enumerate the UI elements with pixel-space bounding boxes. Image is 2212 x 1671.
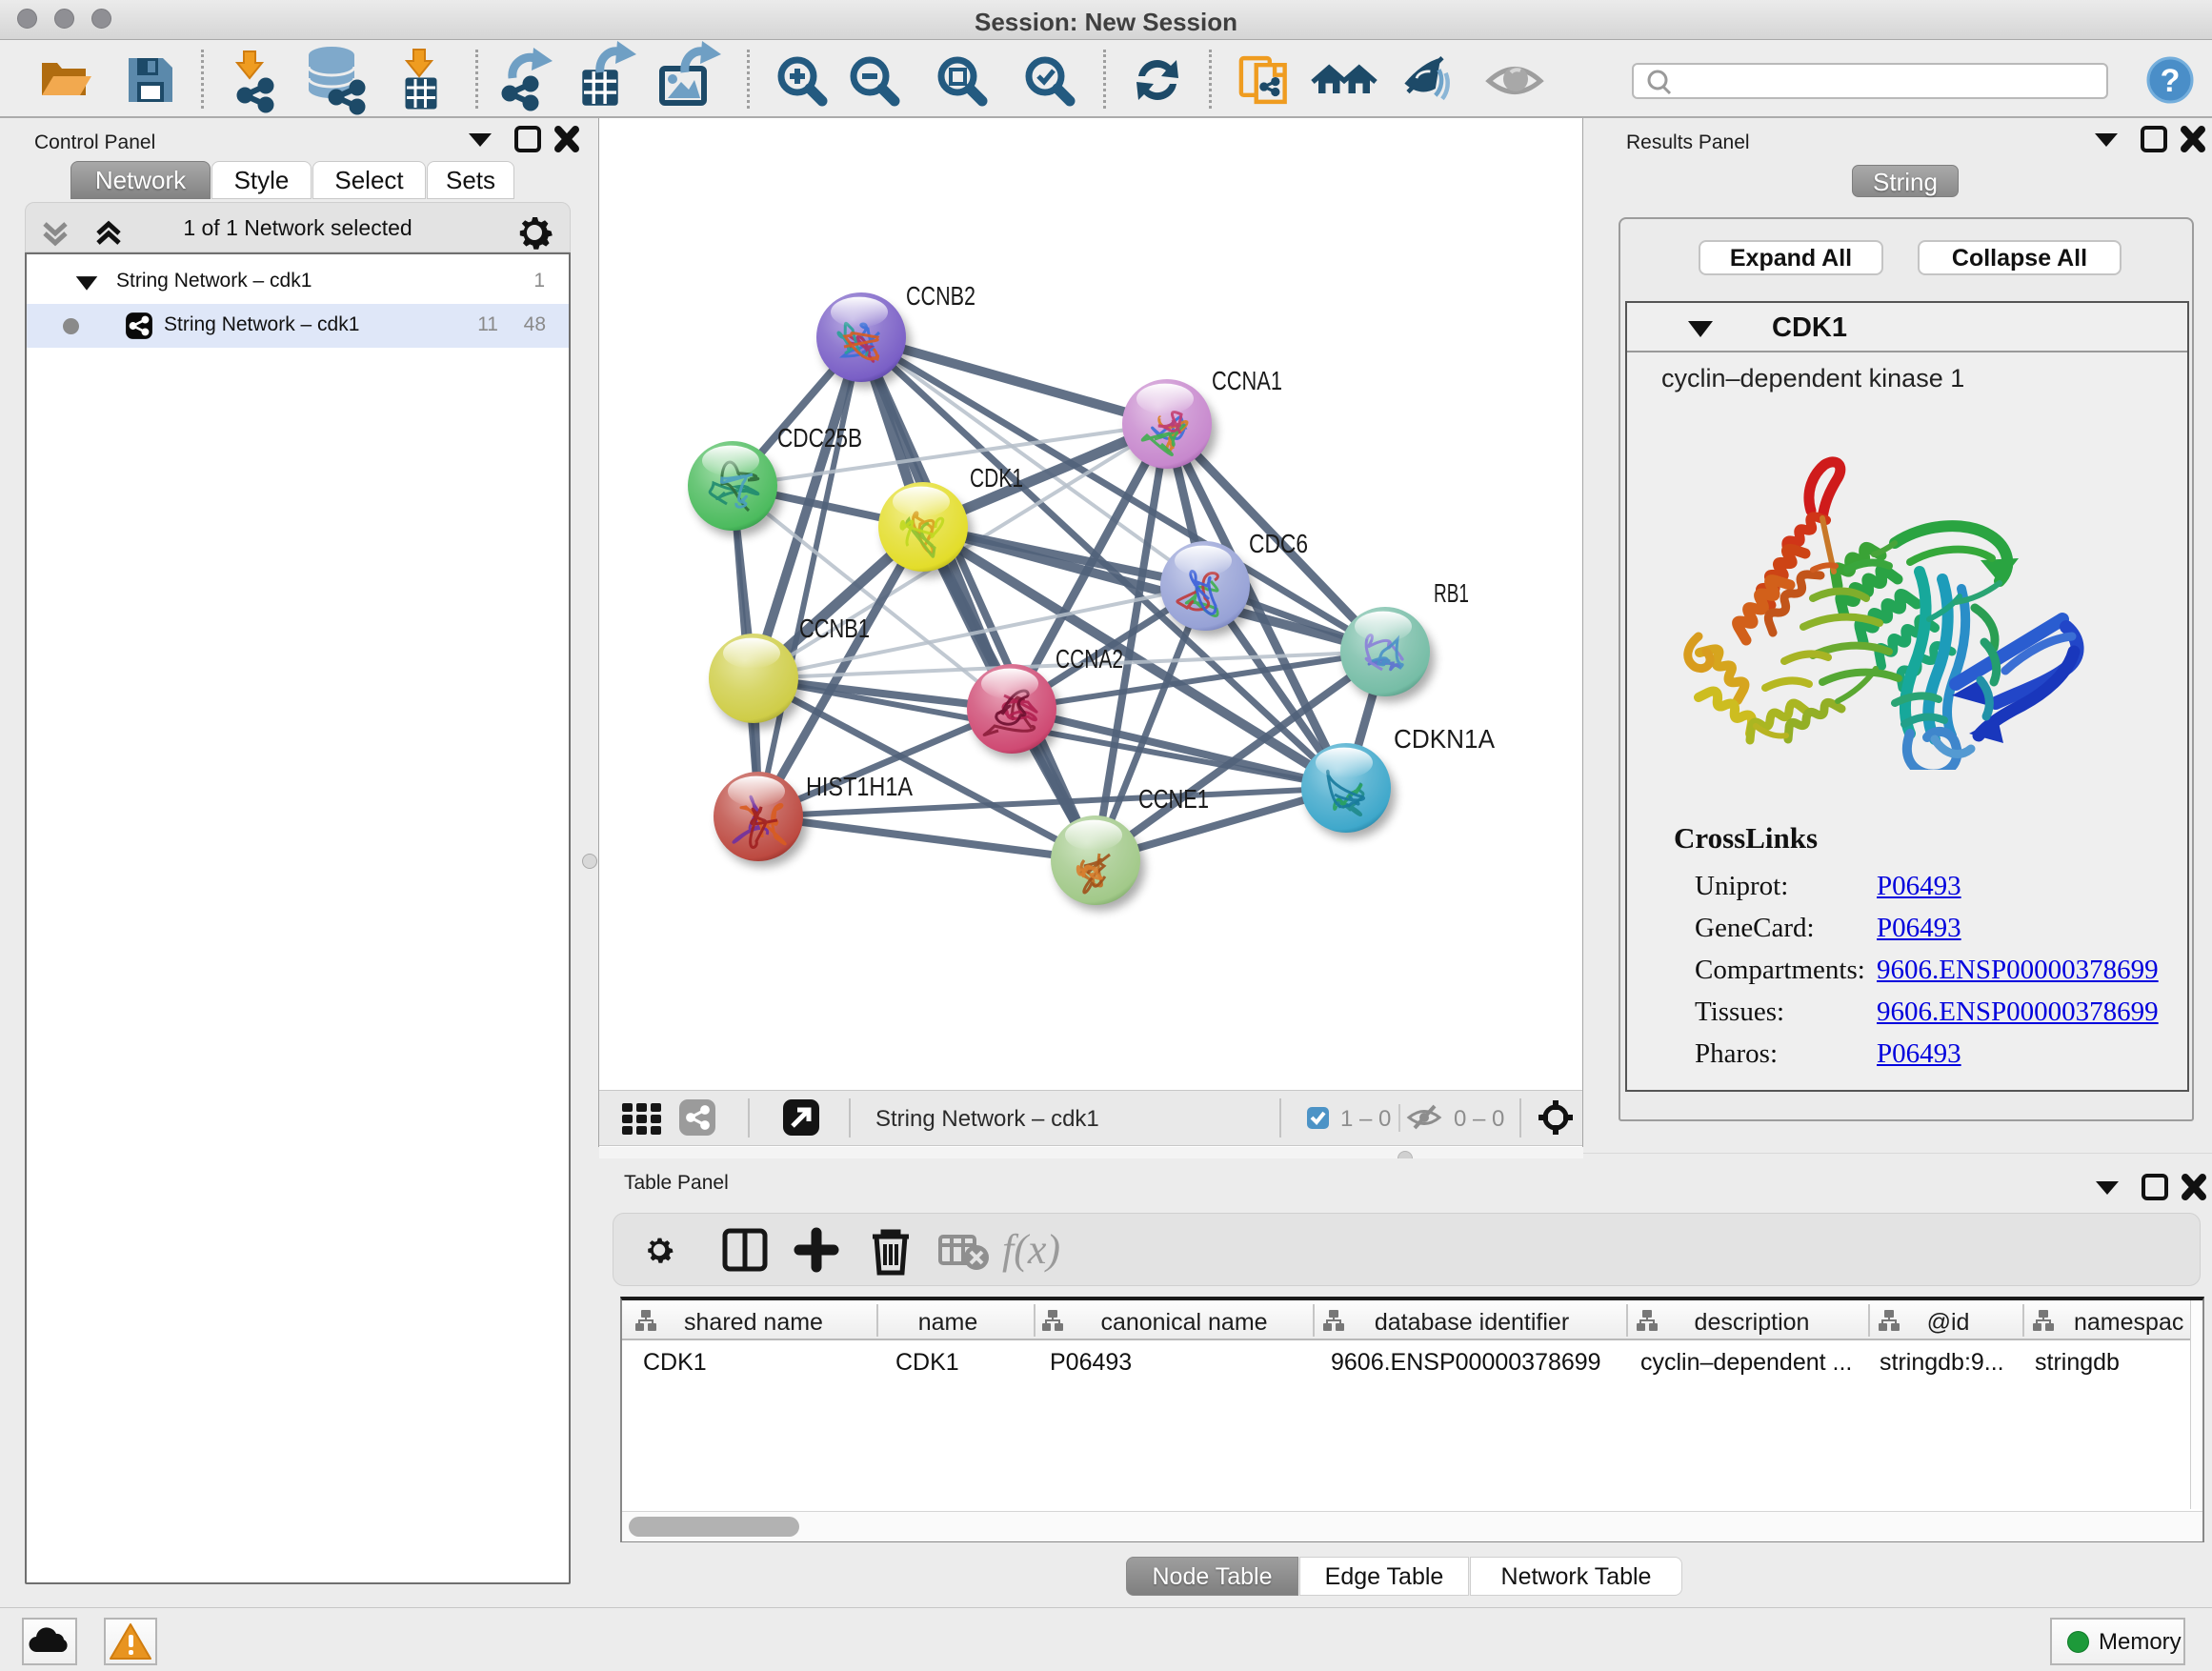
svg-text:1 – 0: 1 – 0 <box>1340 1106 1391 1132</box>
svg-text:description: description <box>1695 1309 1810 1336</box>
svg-text:@id: @id <box>1927 1309 1970 1336</box>
svg-text:CDC6: CDC6 <box>1249 529 1308 558</box>
svg-text:0 – 0: 0 – 0 <box>1454 1106 1504 1132</box>
svg-text:String Network – cdk1: String Network – cdk1 <box>875 1106 1099 1132</box>
svg-text:CCNE1: CCNE1 <box>1138 784 1209 814</box>
svg-text:?: ? <box>2161 63 2181 99</box>
svg-text:namespac: namespac <box>2074 1309 2183 1336</box>
svg-text:name: name <box>918 1309 978 1336</box>
svg-text:CDKN1A: CDKN1A <box>1394 724 1495 754</box>
svg-text:RB1: RB1 <box>1434 578 1469 608</box>
svg-text:CCNB2: CCNB2 <box>906 281 975 311</box>
svg-text:database identifier: database identifier <box>1375 1309 1569 1336</box>
svg-text:CCNA1: CCNA1 <box>1212 366 1282 395</box>
svg-text:HIST1H1A: HIST1H1A <box>806 772 913 801</box>
svg-text:canonical name: canonical name <box>1100 1309 1267 1336</box>
svg-text:f(x): f(x) <box>1002 1226 1060 1273</box>
svg-text:CDC25B: CDC25B <box>777 423 862 453</box>
svg-text:CCNB1: CCNB1 <box>799 614 870 643</box>
svg-text:CCNA2: CCNA2 <box>1056 644 1123 674</box>
svg-text:CDK1: CDK1 <box>970 463 1023 493</box>
svg-text:shared name: shared name <box>684 1309 823 1336</box>
